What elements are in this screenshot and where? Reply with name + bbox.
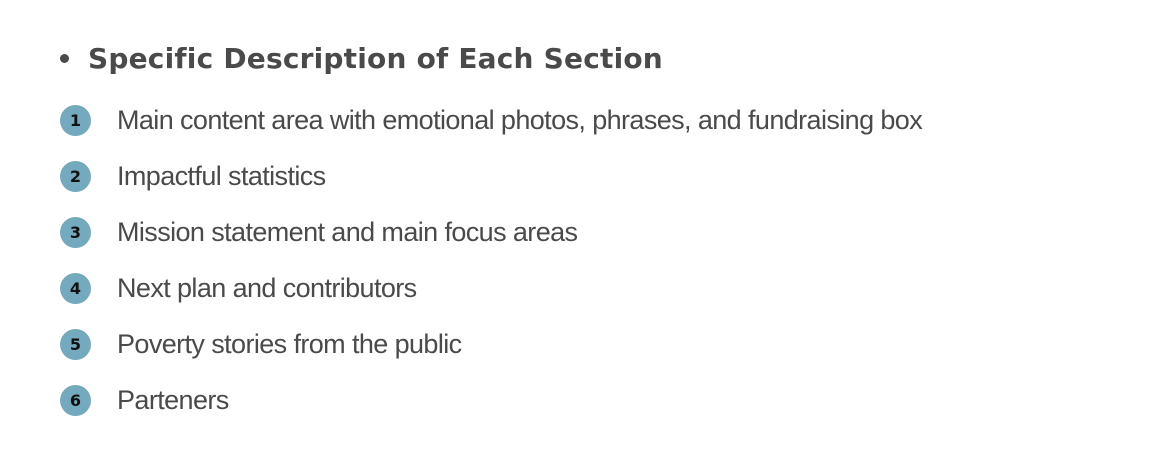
number-badge: 1 — [60, 104, 91, 136]
list-item: 4 Next plan and contributors — [58, 264, 1138, 312]
number-badge: 3 — [60, 216, 91, 248]
list-item-text: Parteners — [117, 384, 229, 415]
list-item: 1 Main content area with emotional photo… — [58, 96, 1138, 144]
list-item: 2 Impactful statistics — [58, 152, 1138, 200]
list-item-text: Poverty stories from the public — [117, 328, 462, 359]
number-badge: 4 — [60, 272, 91, 304]
number-badge: 6 — [60, 384, 91, 416]
list-item-text: Impactful statistics — [117, 160, 326, 191]
list-item-text: Next plan and contributors — [117, 272, 417, 303]
list-item-text: Main content area with emotional photos,… — [117, 104, 923, 135]
bullet-dot — [60, 53, 69, 63]
section-heading: Specific Description of Each Section — [88, 41, 663, 75]
list-item: 5 Poverty stories from the public — [58, 320, 1138, 368]
heading-row: Specific Description of Each Section — [58, 36, 1138, 80]
list-item-text: Mission statement and main focus areas — [117, 216, 578, 247]
number-badge: 2 — [60, 160, 91, 192]
number-badge: 5 — [60, 328, 91, 360]
section-list: 1 Main content area with emotional photo… — [58, 96, 1138, 424]
list-item: 6 Parteners — [58, 376, 1138, 424]
list-item: 3 Mission statement and main focus areas — [58, 208, 1138, 256]
section-description: Specific Description of Each Section 1 M… — [58, 36, 1138, 432]
